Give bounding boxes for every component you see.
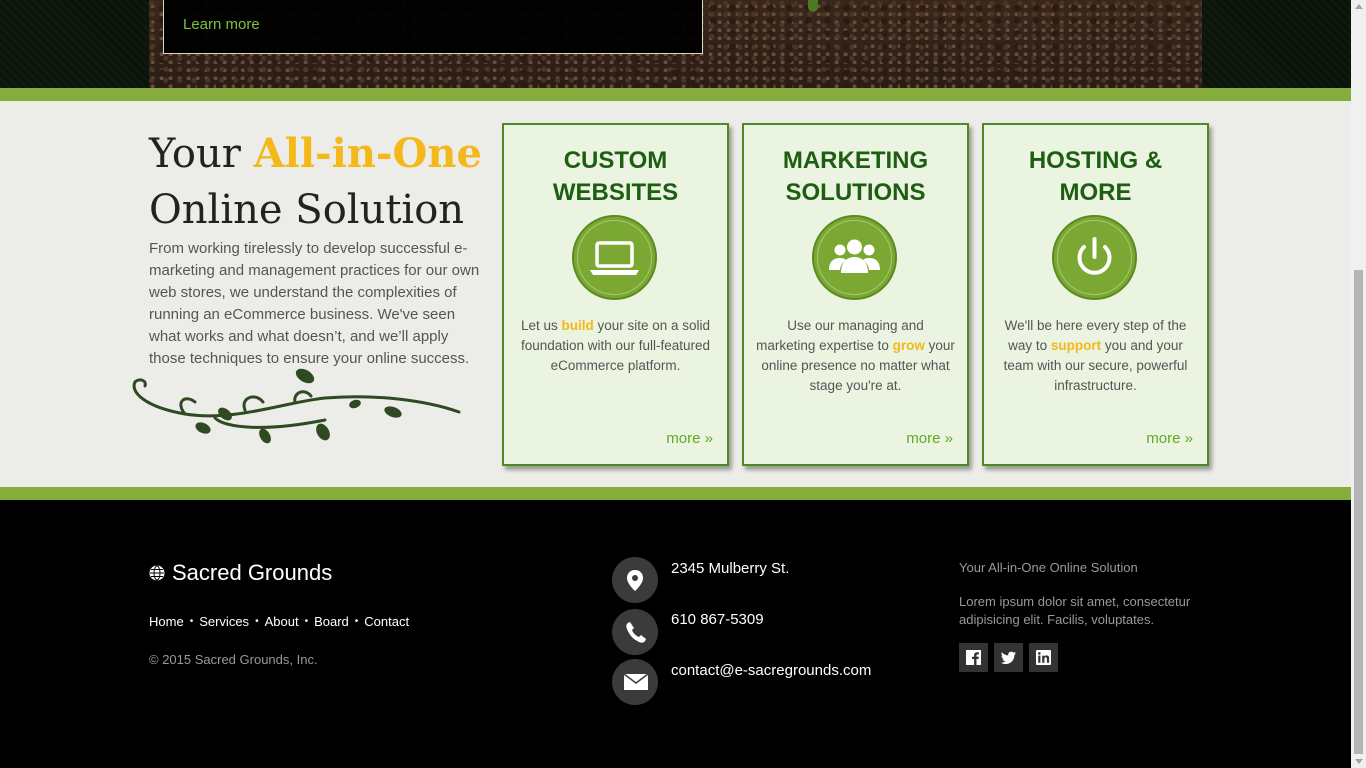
phone-text[interactable]: 610 867-5309 <box>671 611 764 628</box>
facebook-icon[interactable] <box>959 643 988 672</box>
green-divider-top <box>0 88 1351 101</box>
learn-more-link[interactable]: Learn more <box>183 16 260 33</box>
linkedin-icon[interactable] <box>1029 643 1058 672</box>
headline-suffix: Online Solution <box>149 187 465 233</box>
brand-name: Sacred Grounds <box>172 560 333 585</box>
nav-separator: • <box>255 616 259 627</box>
nav-separator: • <box>189 616 194 627</box>
hero-box: Learn more <box>163 0 703 54</box>
map-pin-icon <box>612 557 658 603</box>
footer-nav: Home • Services • About • Board • Contac… <box>149 614 409 629</box>
headline-prefix: Your <box>149 131 254 177</box>
users-icon <box>812 215 897 300</box>
footer <box>0 500 1351 768</box>
nav-separator: • <box>304 616 309 627</box>
card-title: MARKETING SOLUTIONS <box>782 147 929 206</box>
footer-lorem: Lorem ipsum dolor sit amet, consectetur … <box>959 594 1191 627</box>
footer-nav-about[interactable]: About <box>265 614 299 629</box>
footer-tagline: Your All-in-One Online Solution <box>959 560 1138 575</box>
footer-nav-home[interactable]: Home <box>149 614 184 629</box>
card-more-link[interactable]: more » <box>1146 430 1193 447</box>
page: Learn more Your All-in-One Online Soluti… <box>0 0 1351 768</box>
green-divider-bottom <box>0 487 1351 500</box>
service-card-hosting-more: HOSTING & MORE We'll be here every step o… <box>982 123 1209 466</box>
service-card-marketing-solutions: MARKETING SOLUTIONS Use our managing and … <box>742 123 969 466</box>
globe-icon <box>149 565 165 581</box>
nav-separator: • <box>354 616 359 627</box>
footer-nav-contact[interactable]: Contact <box>364 614 409 629</box>
scroll-up-arrow-icon[interactable] <box>1355 4 1363 9</box>
footer-nav-services[interactable]: Services <box>199 614 249 629</box>
scrollbar-thumb[interactable] <box>1354 270 1363 754</box>
copyright: © 2015 Sacred Grounds, Inc. <box>149 652 318 667</box>
envelope-icon <box>612 659 658 705</box>
service-card-custom-websites: CUSTOM WEBSITES Let us build your site on… <box>502 123 729 466</box>
scroll-down-arrow-icon[interactable] <box>1355 759 1363 764</box>
card-description: Let us build your site on a solid founda… <box>520 318 711 373</box>
address-text: 2345 Mulberry St. <box>671 560 790 577</box>
email-link[interactable]: contact@e-sacregrounds.com <box>671 662 871 679</box>
twitter-icon[interactable] <box>994 643 1023 672</box>
card-description: Use our managing and marketing expertise… <box>756 318 955 393</box>
power-icon <box>1052 215 1137 300</box>
vertical-scrollbar[interactable] <box>1351 0 1366 768</box>
card-more-link[interactable]: more » <box>666 430 713 447</box>
sprout-image <box>808 0 818 12</box>
card-title: CUSTOM WEBSITES <box>552 147 679 206</box>
laptop-icon <box>572 215 657 300</box>
page-headline: Your All-in-One Online Solution <box>149 126 482 238</box>
card-description: We'll be here every step of the way to s… <box>1003 318 1188 393</box>
footer-nav-board[interactable]: Board <box>314 614 349 629</box>
footer-brand[interactable]: Sacred Grounds <box>149 560 332 586</box>
card-more-link[interactable]: more » <box>906 430 953 447</box>
headline-accent: All-in-One <box>253 130 482 177</box>
card-title: HOSTING & MORE <box>1028 147 1163 206</box>
intro-text: From working tirelessly to develop succe… <box>149 240 480 367</box>
vine-decoration <box>132 368 461 444</box>
phone-icon <box>612 609 658 655</box>
